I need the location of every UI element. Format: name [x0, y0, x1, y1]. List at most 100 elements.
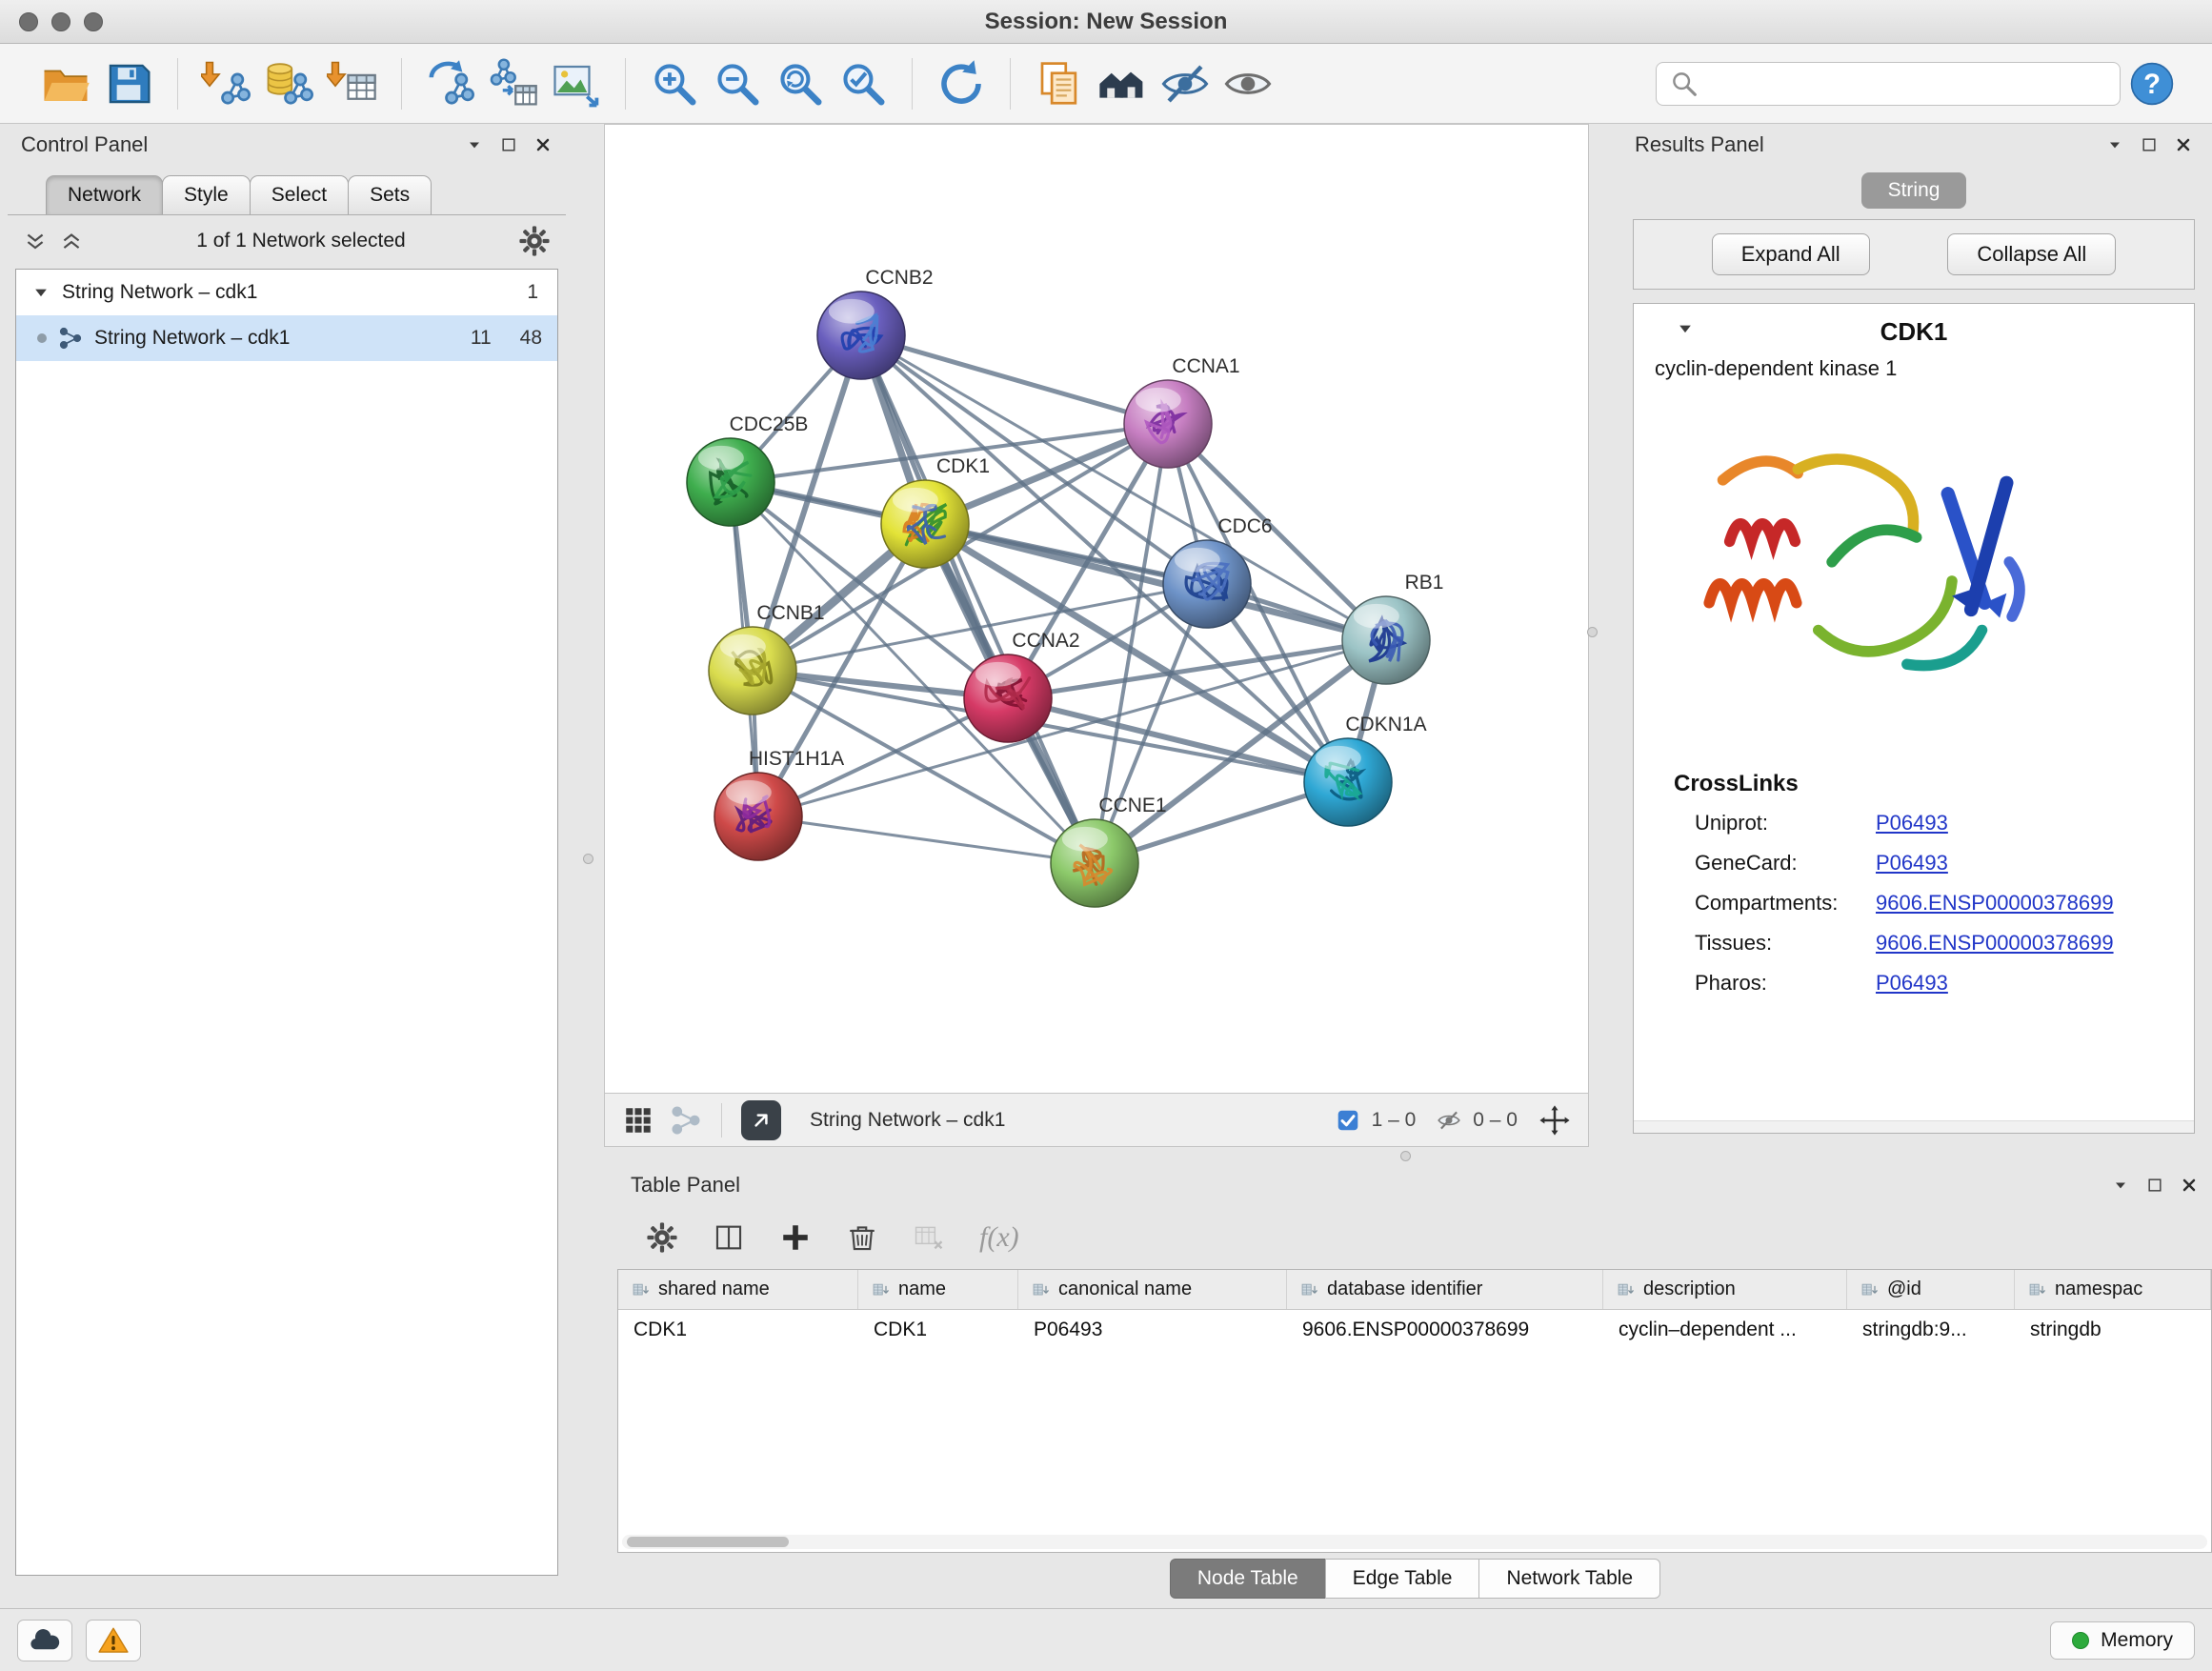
fx-icon[interactable]: f(x) [979, 1221, 1019, 1254]
hidden-eye-icon[interactable] [1437, 1108, 1461, 1133]
search-input[interactable] [1708, 72, 2108, 95]
edge-CCNB2-CCNE1[interactable] [861, 335, 1095, 863]
zoom-out-button[interactable] [706, 52, 769, 115]
column-header-id[interactable]: @id [1847, 1270, 2015, 1309]
zoom-selected-button[interactable] [832, 52, 895, 115]
node-CCNB2[interactable]: CCNB2 [817, 267, 934, 379]
warnings-button[interactable] [86, 1620, 141, 1661]
network-row[interactable]: String Network – cdk1 11 48 [16, 315, 557, 361]
network-splitter-handle[interactable] [1587, 627, 1598, 637]
cell-description[interactable]: cyclin–dependent ... [1603, 1310, 1847, 1350]
compartments-link[interactable]: 9606.ENSP00000378699 [1876, 891, 2114, 916]
close-panel-icon[interactable] [2180, 1176, 2199, 1195]
save-session-button[interactable] [97, 52, 160, 115]
cloud-button[interactable] [17, 1620, 72, 1661]
results-scrollbar[interactable] [1634, 1120, 2194, 1133]
show-all-button[interactable] [1217, 52, 1279, 115]
cell-namespace[interactable]: stringdb [2015, 1310, 2211, 1350]
genecard-link[interactable]: P06493 [1876, 851, 1948, 876]
tissues-link[interactable]: 9606.ENSP00000378699 [1876, 931, 2114, 956]
node-HIST1H1A[interactable]: HIST1H1A [714, 748, 844, 860]
table-settings-icon[interactable] [646, 1221, 678, 1254]
memory-button[interactable]: Memory [2050, 1621, 2195, 1660]
uniprot-link[interactable]: P06493 [1876, 811, 1948, 836]
horizontal-splitter-handle[interactable] [1400, 1151, 1411, 1161]
gene-card-header[interactable]: CDK1 [1634, 304, 2194, 352]
edge-HIST1H1A-CCNE1[interactable] [758, 816, 1095, 863]
close-window-button[interactable] [19, 12, 38, 31]
delete-table-icon[interactable] [913, 1221, 945, 1254]
edge-CDK1-RB1[interactable] [925, 524, 1386, 640]
vertical-splitter-handle[interactable] [583, 854, 593, 864]
refresh-network-button[interactable] [930, 52, 993, 115]
tab-network[interactable]: Network [46, 175, 163, 214]
node-table-tab[interactable]: Node Table [1170, 1559, 1326, 1599]
column-header-namespace[interactable]: namespac [2015, 1270, 2211, 1309]
cell-canonical-name[interactable]: P06493 [1018, 1310, 1287, 1350]
panel-menu-icon[interactable] [2111, 1176, 2130, 1195]
close-panel-icon[interactable] [2174, 135, 2193, 154]
close-panel-icon[interactable] [533, 135, 553, 154]
show-columns-icon[interactable] [713, 1221, 745, 1254]
hide-selected-button[interactable] [1154, 52, 1217, 115]
network-canvas[interactable]: CCNB2CCNA1CDC25BCDK1CDC6RB1CCNB1CCNA2CDK… [604, 124, 1589, 1094]
minimize-window-button[interactable] [51, 12, 70, 31]
birdseye-view-icon[interactable] [622, 1104, 654, 1137]
gear-icon[interactable] [518, 225, 551, 257]
caret-down-icon[interactable] [1676, 319, 1695, 338]
float-panel-icon[interactable] [2140, 135, 2159, 154]
cell-database-identifier[interactable]: 9606.ENSP00000378699 [1287, 1310, 1603, 1350]
tab-string[interactable]: String [1861, 172, 1967, 209]
zoom-fit-button[interactable] [769, 52, 832, 115]
copy-button[interactable] [1028, 52, 1091, 115]
float-panel-icon[interactable] [499, 135, 518, 154]
cell-shared-name[interactable]: CDK1 [618, 1310, 858, 1350]
expand-tree-icon[interactable] [23, 229, 48, 253]
pharos-link[interactable]: P06493 [1876, 971, 1948, 996]
import-network-file-button[interactable] [195, 52, 258, 115]
column-header-name[interactable]: name [858, 1270, 1018, 1309]
cell-id[interactable]: stringdb:9... [1847, 1310, 2015, 1350]
cell-name[interactable]: CDK1 [858, 1310, 1018, 1350]
open-session-button[interactable] [34, 52, 97, 115]
horizontal-scrollbar[interactable] [622, 1535, 2207, 1549]
panel-menu-icon[interactable] [465, 135, 484, 154]
delete-column-icon[interactable] [846, 1221, 878, 1254]
column-header-shared-name[interactable]: shared name [618, 1270, 858, 1309]
float-panel-icon[interactable] [2145, 1176, 2164, 1195]
node-RB1[interactable]: RB1 [1342, 572, 1443, 684]
column-header-database-identifier[interactable]: database identifier [1287, 1270, 1603, 1309]
tab-sets[interactable]: Sets [348, 175, 432, 214]
edge-table-tab[interactable]: Edge Table [1325, 1559, 1480, 1599]
column-header-canonical-name[interactable]: canonical name [1018, 1270, 1287, 1309]
expand-all-button[interactable]: Expand All [1712, 233, 1870, 275]
maximize-window-button[interactable] [84, 12, 103, 31]
collapse-all-button[interactable]: Collapse All [1947, 233, 2116, 275]
string-icon[interactable] [670, 1104, 702, 1137]
node-CCNA1[interactable]: CCNA1 [1124, 355, 1240, 468]
help-button[interactable]: ? [2121, 52, 2183, 115]
export-image-button[interactable] [545, 52, 608, 115]
tab-style[interactable]: Style [162, 175, 251, 214]
network-from-table-button[interactable] [482, 52, 545, 115]
tab-select[interactable]: Select [250, 175, 349, 214]
import-network-database-button[interactable] [258, 52, 321, 115]
node-CDC6[interactable]: CDC6 [1163, 515, 1273, 628]
table-row[interactable]: CDK1 CDK1 P06493 9606.ENSP00000378699 cy… [618, 1310, 2211, 1350]
home-button[interactable] [1091, 52, 1154, 115]
crosshair-icon[interactable] [1538, 1104, 1571, 1137]
caret-down-icon[interactable] [31, 283, 50, 302]
import-table-button[interactable] [321, 52, 384, 115]
clone-network-button[interactable] [419, 52, 482, 115]
panel-menu-icon[interactable] [2105, 135, 2124, 154]
scrollbar-thumb[interactable] [627, 1537, 789, 1547]
network-collection-row[interactable]: String Network – cdk1 1 [16, 270, 557, 315]
zoom-in-button[interactable] [643, 52, 706, 115]
column-header-description[interactable]: description [1603, 1270, 1847, 1309]
collapse-tree-icon[interactable] [59, 229, 84, 253]
node-CDC25B[interactable]: CDC25B [687, 413, 808, 526]
network-table-tab[interactable]: Network Table [1478, 1559, 1660, 1599]
add-column-icon[interactable] [779, 1221, 812, 1254]
detach-view-button[interactable] [741, 1100, 781, 1140]
selected-checkbox-icon[interactable] [1336, 1108, 1360, 1133]
